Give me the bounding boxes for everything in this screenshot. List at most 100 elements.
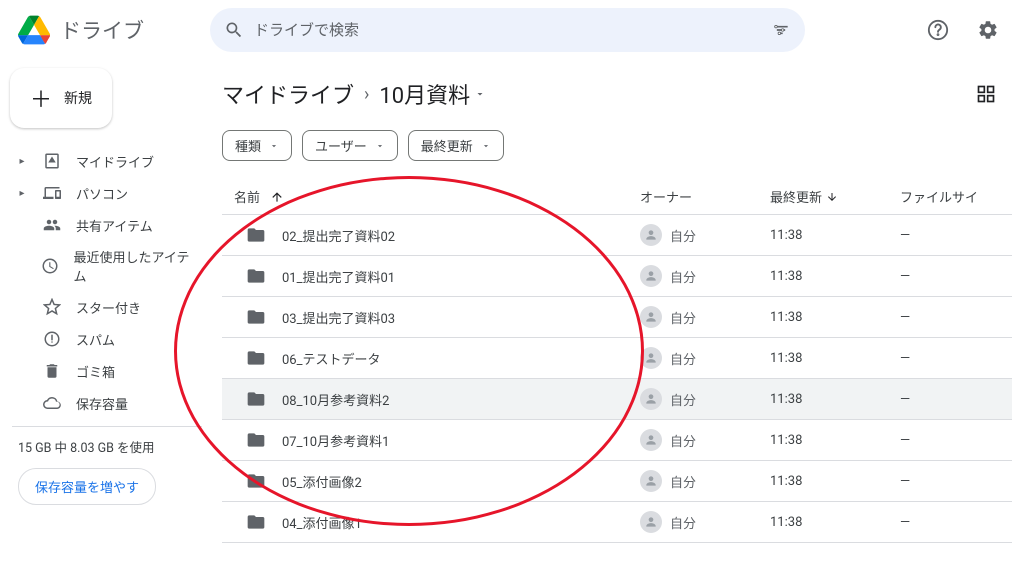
sidebar-item-star[interactable]: スター付き <box>12 292 202 322</box>
file-table: 名前 オーナー 最終更新 ファイルサイ 02_提出完了資料02 自分 11:38… <box>222 179 1024 543</box>
sidebar-item-label: パソコン <box>76 184 128 203</box>
cell-size: — <box>900 515 1000 530</box>
search-bar[interactable] <box>210 8 805 52</box>
cell-modified: 11:38 <box>770 474 900 489</box>
folder-icon <box>246 307 266 327</box>
app-header: ドライブ <box>0 0 1024 60</box>
buy-storage-button[interactable]: 保存容量を増やす <box>18 468 156 505</box>
cell-name: 02_提出完了資料02 <box>234 225 640 245</box>
plus-icon: ＋ <box>30 82 52 114</box>
cell-modified: 11:38 <box>770 433 900 448</box>
filter-chip[interactable]: 最終更新 <box>408 130 504 161</box>
header-modified[interactable]: 最終更新 <box>770 187 900 206</box>
avatar-icon <box>640 470 662 492</box>
cell-name: 01_提出完了資料01 <box>234 266 640 286</box>
sidebar: ＋ 新規 ▸ マイドライブ ▸ パソコン 共有アイテム 最近使用したアイテム ス… <box>0 60 210 570</box>
table-row[interactable]: 08_10月参考資料2 自分 11:38 — <box>222 379 1012 420</box>
help-button[interactable] <box>918 10 958 50</box>
avatar-icon <box>640 388 662 410</box>
sidebar-item-label: スパム <box>76 330 115 349</box>
cell-modified: 11:38 <box>770 515 900 530</box>
cell-owner: 自分 <box>640 224 770 246</box>
cell-size: — <box>900 474 1000 489</box>
sidebar-item-label: マイドライブ <box>76 152 154 171</box>
cell-size: — <box>900 351 1000 366</box>
breadcrumb: マイドライブ › 10月資料 <box>222 74 1024 114</box>
folder-icon <box>246 348 266 368</box>
folder-icon <box>246 389 266 409</box>
cell-name: 04_添付画像1 <box>234 512 640 532</box>
header-name[interactable]: 名前 <box>234 187 640 206</box>
sidebar-item-spam[interactable]: スパム <box>12 324 202 354</box>
cell-modified: 11:38 <box>770 228 900 243</box>
sidebar-item-people[interactable]: 共有アイテム <box>12 210 202 240</box>
header-owner[interactable]: オーナー <box>640 187 770 206</box>
cell-size: — <box>900 433 1000 448</box>
folder-icon <box>246 225 266 245</box>
sidebar-item-label: 最近使用したアイテム <box>73 247 192 285</box>
search-input[interactable] <box>254 21 771 39</box>
header-actions <box>918 10 1012 50</box>
expand-icon: ▸ <box>16 156 28 167</box>
app-title: ドライブ <box>60 15 144 45</box>
cell-modified: 11:38 <box>770 269 900 284</box>
cell-owner: 自分 <box>640 511 770 533</box>
drive-icon <box>42 151 62 171</box>
cell-owner: 自分 <box>640 388 770 410</box>
filter-chip[interactable]: ユーザー <box>302 130 398 161</box>
table-row[interactable]: 05_添付画像2 自分 11:38 — <box>222 461 1012 502</box>
people-icon <box>42 215 62 235</box>
sidebar-item-label: スター付き <box>76 298 141 317</box>
table-row[interactable]: 02_提出完了資料02 自分 11:38 — <box>222 215 1012 256</box>
filter-chip[interactable]: 種類 <box>222 130 292 161</box>
cell-owner: 自分 <box>640 265 770 287</box>
sidebar-item-label: ゴミ箱 <box>76 362 115 381</box>
avatar-icon <box>640 224 662 246</box>
help-icon <box>927 19 949 41</box>
avatar-icon <box>640 511 662 533</box>
cell-size: — <box>900 269 1000 284</box>
breadcrumb-parent[interactable]: マイドライブ <box>222 78 354 110</box>
folder-icon <box>246 512 266 532</box>
avatar-icon <box>640 347 662 369</box>
breadcrumb-current[interactable]: 10月資料 <box>379 78 486 110</box>
table-row[interactable]: 01_提出完了資料01 自分 11:38 — <box>222 256 1012 297</box>
gear-icon <box>977 19 999 41</box>
new-button[interactable]: ＋ 新規 <box>10 68 112 128</box>
dropdown-caret-icon <box>269 141 279 151</box>
sidebar-item-trash[interactable]: ゴミ箱 <box>12 356 202 386</box>
table-row[interactable]: 04_添付画像1 自分 11:38 — <box>222 502 1012 543</box>
search-options-icon[interactable] <box>771 20 791 40</box>
star-icon <box>42 297 62 317</box>
table-row[interactable]: 07_10月参考資料1 自分 11:38 — <box>222 420 1012 461</box>
chevron-right-icon: › <box>364 84 369 105</box>
cell-size: — <box>900 228 1000 243</box>
header-size[interactable]: ファイルサイ <box>900 187 1000 206</box>
settings-button[interactable] <box>968 10 1008 50</box>
dropdown-caret-icon <box>375 141 385 151</box>
sidebar-item-clock[interactable]: 最近使用したアイテム <box>12 242 202 290</box>
sidebar-item-devices[interactable]: ▸ パソコン <box>12 178 202 208</box>
avatar-icon <box>640 429 662 451</box>
avatar-icon <box>640 306 662 328</box>
sidebar-item-cloud[interactable]: 保存容量 <box>12 388 202 418</box>
cell-name: 08_10月参考資料2 <box>234 389 640 409</box>
cell-owner: 自分 <box>640 470 770 492</box>
trash-icon <box>42 361 62 381</box>
storage-usage-text: 15 GB 中 8.03 GB を使用 <box>12 437 202 468</box>
folder-icon <box>246 266 266 286</box>
logo-area[interactable]: ドライブ <box>12 14 210 46</box>
sort-desc-icon <box>826 191 838 203</box>
expand-icon: ▸ <box>16 188 28 199</box>
cell-owner: 自分 <box>640 429 770 451</box>
table-row[interactable]: 06_テストデータ 自分 11:38 — <box>222 338 1012 379</box>
sidebar-item-drive[interactable]: ▸ マイドライブ <box>12 146 202 176</box>
cell-owner: 自分 <box>640 306 770 328</box>
sort-asc-icon <box>270 190 284 204</box>
table-row[interactable]: 03_提出完了資料03 自分 11:38 — <box>222 297 1012 338</box>
grid-view-button[interactable] <box>966 74 1006 114</box>
sidebar-item-label: 共有アイテム <box>76 216 153 235</box>
avatar-icon <box>640 265 662 287</box>
dropdown-caret-icon <box>474 88 486 100</box>
devices-icon <box>42 183 62 203</box>
